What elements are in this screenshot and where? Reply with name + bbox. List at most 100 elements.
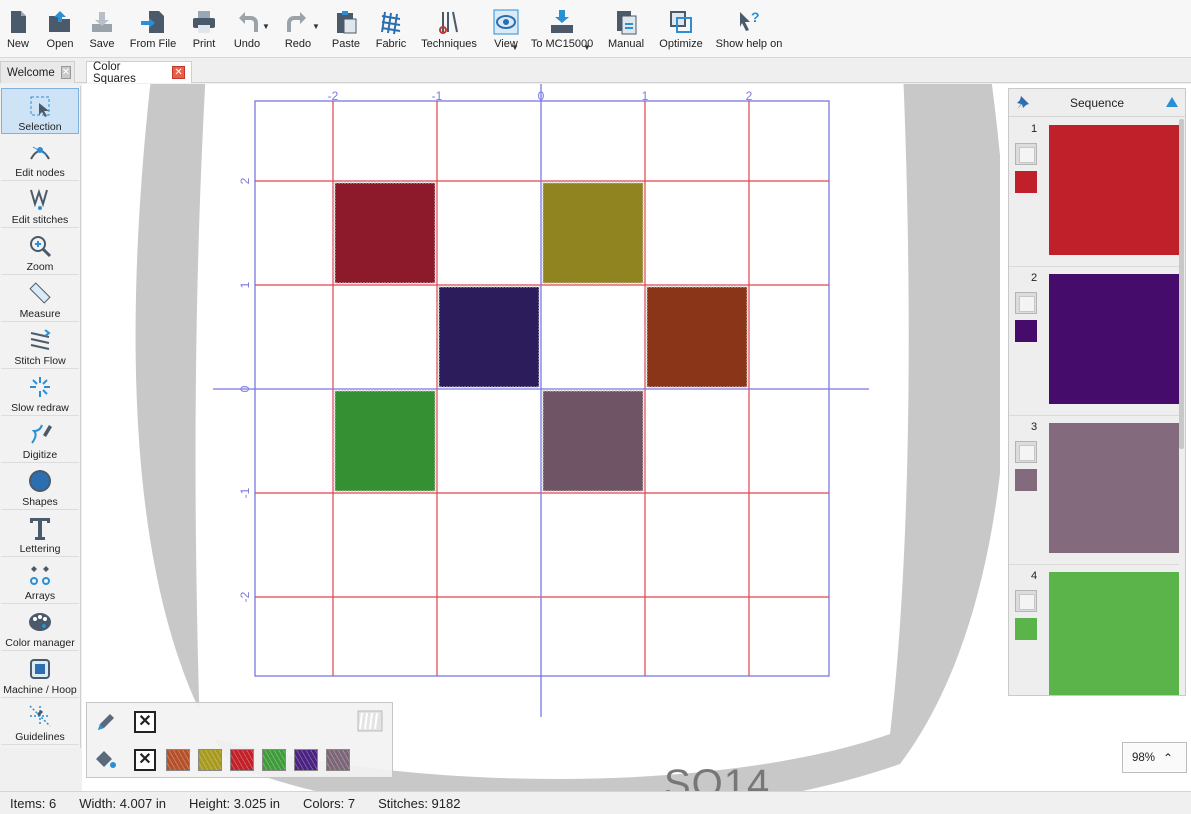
tool-measure[interactable]: Measure (1, 276, 79, 322)
undo-icon (239, 12, 258, 32)
tool-guidelines[interactable]: Guidelines (1, 699, 79, 745)
thread-color-swatch[interactable] (262, 749, 286, 771)
fabric-icon (381, 11, 401, 35)
embroidery-square[interactable] (542, 390, 644, 492)
open-button[interactable]: Open (34, 0, 86, 58)
undo-dropdown-icon[interactable]: ▼ (262, 22, 270, 31)
embroidery-square[interactable] (646, 286, 748, 388)
view-dropdown-icon[interactable]: ▼ (511, 43, 519, 52)
thread-color-swatch[interactable] (326, 749, 350, 771)
sequence-item[interactable]: 4 (1009, 566, 1179, 695)
pin-icon[interactable] (1015, 94, 1033, 115)
tool-zoom[interactable]: Zoom (1, 229, 79, 275)
tool-color-manager[interactable]: Color manager (1, 605, 79, 651)
tool-stitch-flow[interactable]: Stitch Flow (1, 323, 79, 369)
tool-digitize[interactable]: Digitize (1, 417, 79, 463)
tool-edit-nodes[interactable]: Edit nodes (1, 135, 79, 181)
visibility-checkbox[interactable] (1015, 441, 1037, 463)
optimize-icon (670, 11, 692, 33)
y-tick-label: -2 (238, 591, 252, 602)
sequence-item[interactable]: 2 (1009, 268, 1179, 416)
sequence-preview[interactable] (1049, 125, 1179, 255)
to-machine-button[interactable]: To MC15000 ▼ (526, 0, 598, 58)
sequence-preview[interactable] (1049, 423, 1179, 553)
embroidery-square[interactable] (334, 390, 436, 492)
tab-color-squares-label: Color Squares (93, 60, 136, 85)
save-button[interactable]: Save (86, 0, 118, 58)
tool-shapes[interactable]: Shapes (1, 464, 79, 510)
sequence-item[interactable]: 1 (1009, 119, 1179, 267)
undo-button[interactable]: ▼ Undo (220, 0, 274, 58)
redo-button[interactable]: ▼ Redo (274, 0, 322, 58)
open-folder-icon (49, 11, 70, 32)
sequence-item[interactable]: 3 (1009, 417, 1179, 565)
chevron-up-icon[interactable]: ⌃ (1163, 751, 1173, 765)
visibility-checkbox[interactable] (1015, 590, 1037, 612)
tool-arrays[interactable]: Arrays (1, 558, 79, 604)
tool-label: Slow redraw (11, 402, 69, 414)
tab-color-squares[interactable]: Color Squares ✕ (86, 60, 192, 85)
optimize-button[interactable]: Optimize (654, 0, 708, 58)
sequence-swatch[interactable] (1015, 469, 1037, 491)
show-help-button[interactable]: ? Show help on (708, 0, 790, 58)
tool-machine-hoop[interactable]: Machine / Hoop (1, 652, 79, 698)
thread-color-swatch[interactable] (198, 749, 222, 771)
sequence-scrollbar[interactable] (1179, 119, 1184, 449)
sequence-swatch[interactable] (1015, 171, 1037, 193)
print-button[interactable]: Print (188, 0, 220, 58)
fill-bucket-icon[interactable] (93, 749, 117, 774)
techniques-button[interactable]: Techniques (412, 0, 486, 58)
tool-lettering[interactable]: Lettering (1, 511, 79, 557)
machine-hoop-icon (30, 659, 50, 679)
digitize-icon (31, 424, 52, 444)
edit-nodes-icon (30, 146, 50, 160)
close-icon[interactable]: ✕ (60, 66, 72, 79)
zoom-level: 98% (1132, 751, 1156, 764)
view-button[interactable]: View ▼ (486, 0, 526, 58)
no-fill-swatch[interactable]: ✕ (134, 749, 156, 771)
no-outline-swatch[interactable]: ✕ (134, 711, 156, 733)
embroidery-square[interactable] (438, 286, 540, 388)
from-file-button[interactable]: From File (118, 0, 188, 58)
sequence-number: 2 (1031, 272, 1038, 284)
paste-button[interactable]: Paste (322, 0, 370, 58)
new-button[interactable]: New (2, 0, 34, 58)
sequence-header: Sequence (1009, 89, 1185, 117)
tool-selection[interactable]: Selection (1, 88, 79, 134)
sequence-preview[interactable] (1049, 572, 1179, 695)
zoom-control[interactable]: 98% ⌃ (1122, 742, 1187, 773)
tool-label: Digitize (22, 449, 58, 461)
thread-color-swatch[interactable] (230, 749, 254, 771)
manual-button[interactable]: Manual (598, 0, 654, 58)
x-tick-label: 2 (746, 89, 753, 103)
sequence-number: 3 (1031, 421, 1038, 433)
collapse-up-icon[interactable] (1165, 96, 1179, 111)
thread-color-swatch[interactable] (294, 749, 318, 771)
status-items: Items: 6 (10, 795, 57, 811)
embroidery-square[interactable] (334, 182, 436, 284)
optimize-label: Optimize (659, 38, 703, 50)
thread-color-swatch[interactable] (166, 749, 190, 771)
sequence-swatch[interactable] (1015, 618, 1037, 640)
visibility-checkbox[interactable] (1015, 292, 1037, 314)
embroidery-square[interactable] (542, 182, 644, 284)
sequence-preview[interactable] (1049, 274, 1179, 404)
tool-edit-stitches[interactable]: Edit stitches (1, 182, 79, 228)
close-icon[interactable]: ✕ (172, 66, 185, 79)
to-machine-dropdown-icon[interactable]: ▼ (583, 43, 591, 52)
eye-icon (493, 9, 519, 35)
status-height: Height: 3.025 in (188, 795, 281, 811)
tool-label: Edit stitches (11, 214, 69, 226)
tool-slow-redraw[interactable]: Slow redraw (1, 370, 79, 416)
redo-dropdown-icon[interactable]: ▼ (312, 22, 320, 31)
x-tick-label: 0 (538, 89, 545, 103)
zoom-icon (30, 236, 52, 258)
fabric-button[interactable]: Fabric (370, 0, 412, 58)
pencil-icon[interactable] (95, 711, 117, 736)
sequence-swatch[interactable] (1015, 320, 1037, 342)
tab-welcome[interactable]: Welcome ✕ (0, 61, 75, 83)
shapes-icon (29, 470, 51, 492)
thread-texture-icon[interactable] (357, 710, 383, 735)
visibility-checkbox[interactable] (1015, 143, 1037, 165)
svg-text:?: ? (751, 9, 760, 25)
